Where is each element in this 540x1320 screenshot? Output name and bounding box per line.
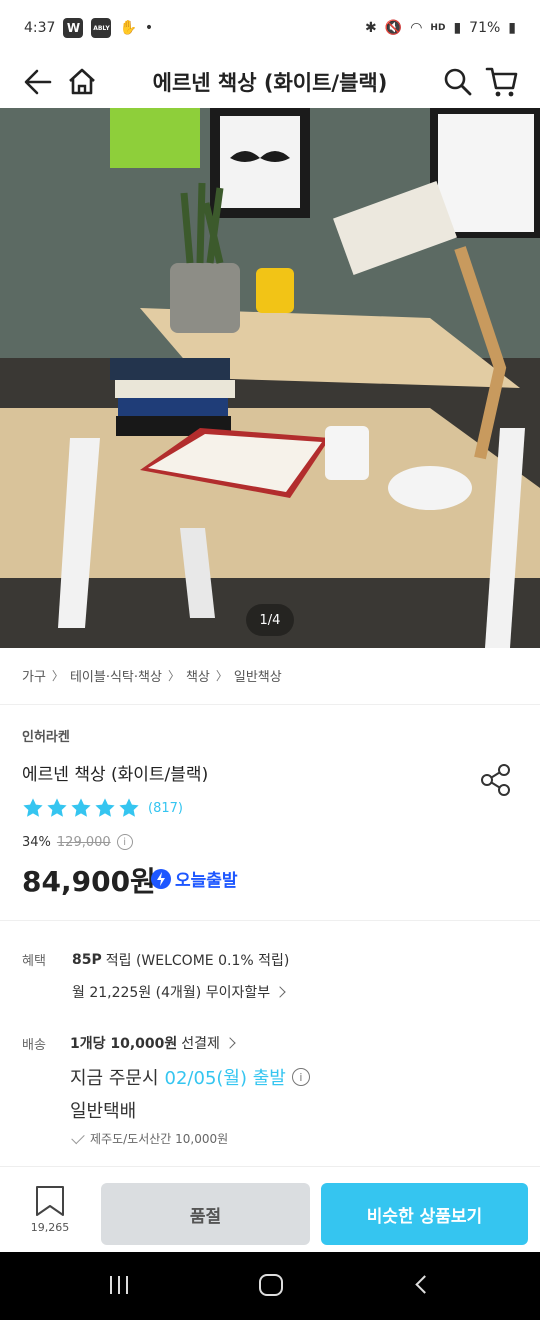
share-button[interactable] [478,762,514,798]
review-count[interactable]: (817) [148,801,183,816]
desk-photo [0,108,540,648]
lightning-icon [151,868,171,889]
today-shipping-badge: 오늘출발 [151,866,238,891]
breadcrumb-item[interactable]: 가구 [22,666,46,685]
chevron-right-icon [224,1037,236,1049]
battery-level: 71% [469,20,501,36]
shipping-fee-row[interactable]: 1개당 10,000원 선결제 [70,1033,236,1053]
discount-row: 34% 129,000 i [22,834,133,850]
sale-price: 84,900원 [22,865,156,898]
signal-icon: ▮ [453,20,462,36]
info-icon[interactable]: i [116,834,133,850]
island-fee-note: 제주도/도서산간 10,000원 [71,1130,229,1147]
discount-percent: 34% [22,834,51,850]
arrow-left-icon [24,69,52,95]
status-time: 4:37 [24,20,56,36]
mute-icon: 🔇 [384,20,403,36]
star-icon [95,798,115,817]
shipping-label: 배송 [22,1038,46,1053]
breadcrumb-item[interactable]: 책상 [186,666,210,685]
breadcrumb-item[interactable]: 테이블·식탁·책상 [70,666,162,685]
points-suffix: 적립 (WELCOME 0.1% 적립) [105,953,290,969]
system-nav-bar [0,1252,540,1320]
battery-icon: ▮ [508,20,516,36]
home-nav-icon[interactable] [259,1274,283,1296]
recent-apps-icon[interactable] [110,1276,128,1294]
points-value: 85P [72,952,102,968]
installment-text: 월 21,225원 (4개월) 무이자할부 [72,985,271,1001]
similar-products-button[interactable]: 비슷한 상품보기 [321,1183,528,1245]
chevron-right-icon: 〉 [215,669,228,683]
back-nav-icon[interactable] [415,1275,434,1294]
info-icon[interactable]: i [291,1068,310,1086]
chevron-right-icon [274,986,286,998]
search-icon [444,68,472,96]
shipping-fee-suffix: 선결제 [181,1036,220,1052]
star-icon [23,798,43,817]
app-w-icon: W [63,18,84,38]
order-date-row: 지금 주문시 02/05(월) 출발 i [70,1064,310,1090]
home-icon [69,68,95,95]
action-bar: 19,265 품절 비슷한 상품보기 [0,1166,540,1252]
divider [0,920,540,921]
search-button[interactable] [436,60,480,104]
image-pager: 1/4 [246,604,294,636]
chevron-right-icon: 〉 [167,669,180,683]
bookmark-count: 19,265 [30,1221,70,1234]
hand-icon: ✋ [119,20,137,36]
breadcrumb: 가구 〉 테이블·식탁·책상 〉 책상 〉 일반책상 [22,666,282,685]
installment-row[interactable]: 월 21,225원 (4개월) 무이자할부 [72,982,286,1002]
breadcrumb-item[interactable]: 일반책상 [234,666,282,685]
wifi-icon: ◠ [410,20,423,36]
bookmark-icon [36,1186,64,1216]
chevron-right-icon: 〉 [51,669,64,683]
shipping-fee: 1개당 10,000원 [70,1036,178,1052]
bluetooth-icon: ✱ [365,20,377,36]
hd-voice-icon: HD [430,23,446,33]
benefit-label: 혜택 [22,954,46,969]
brand-name[interactable]: 인허라켄 [22,726,70,745]
app-bar: 에르넨 책상 (화이트/블랙) [0,56,540,108]
departure-date: 02/05(월) 출발 [164,1068,286,1089]
star-icon [71,798,91,817]
share-icon [481,764,510,796]
shipping-method: 일반택배 [70,1101,137,1122]
island-fee-text: 제주도/도서산간 10,000원 [90,1132,229,1146]
product-image[interactable] [0,108,540,648]
divider [0,704,540,705]
app-ably-icon: ABLY [91,18,112,38]
star-icon [119,798,139,817]
points-row: 85P 적립 (WELCOME 0.1% 적립) [72,950,289,970]
home-button[interactable] [60,60,104,104]
soldout-button[interactable]: 품절 [101,1183,310,1245]
bookmark-button[interactable]: 19,265 [28,1185,72,1234]
today-shipping-label: 오늘출발 [175,871,238,891]
rating[interactable]: (817) [22,797,183,819]
cart-button[interactable] [480,60,524,104]
check-icon [71,1130,85,1144]
product-name: 에르넨 책상 (화이트/블랙) [22,765,209,785]
dot-icon: • [144,20,154,36]
original-price: 129,000 [56,834,111,850]
status-bar: 4:37 W ABLY ✋ • ✱ 🔇 ◠ HD ▮ 71% ▮ [0,0,540,56]
star-icon [47,798,67,817]
back-button[interactable] [16,60,60,104]
cart-icon [485,67,518,97]
order-prefix: 지금 주문시 [70,1068,159,1089]
